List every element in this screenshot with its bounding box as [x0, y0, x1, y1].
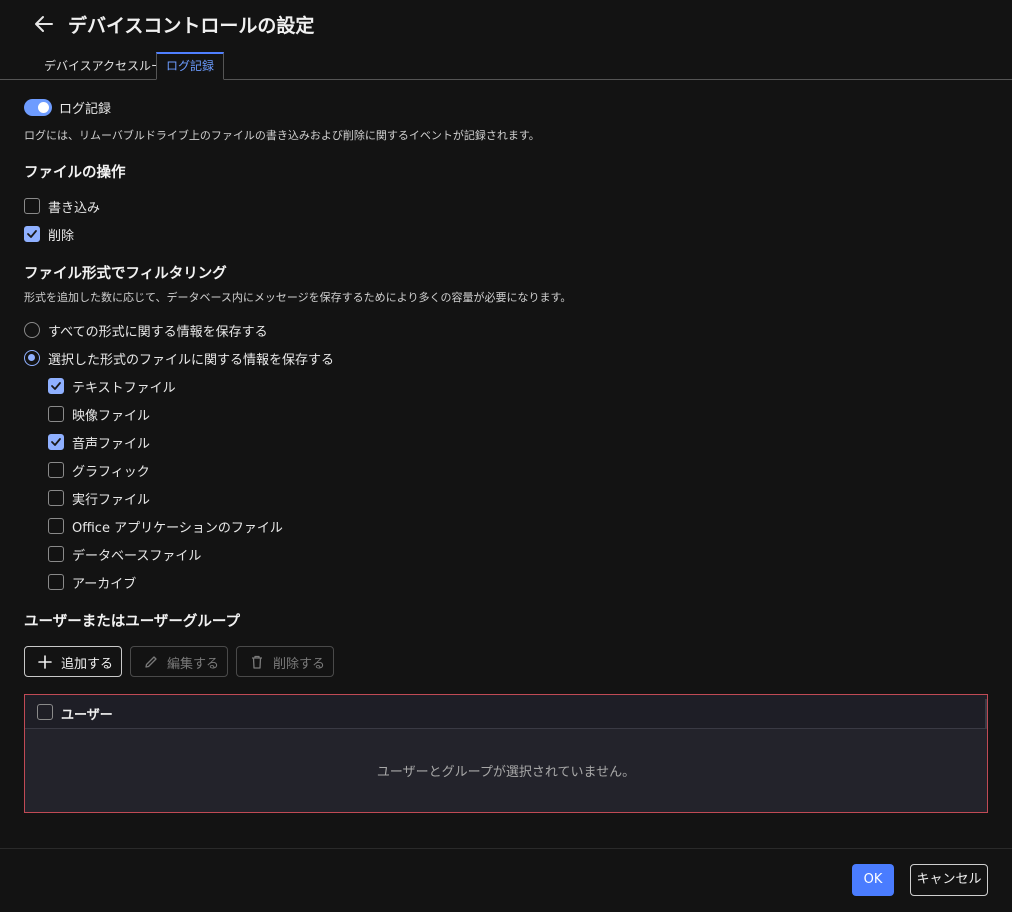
empty-table-message: ユーザーとグループが選択されていません。	[376, 765, 636, 780]
file-ops-title: ファイルの操作	[24, 165, 126, 181]
users-title: ユーザーまたはユーザーグループ	[24, 614, 241, 630]
pencil-icon	[145, 656, 157, 668]
filter-description: 形式を追加した数に応じて、データベース内にメッセージを保存するためにより多くの容…	[24, 291, 572, 304]
graphics-checkbox[interactable]	[48, 462, 64, 478]
write-checkbox[interactable]	[24, 198, 40, 214]
footer-divider	[0, 848, 1012, 849]
users-table: ユーザー ユーザーとグループが選択されていません。	[24, 694, 988, 813]
video-files-label: 映像ファイル	[72, 409, 151, 424]
database-files-label: データベースファイル	[72, 549, 202, 564]
checkmark-icon	[51, 382, 61, 390]
database-files-checkbox[interactable]	[48, 546, 64, 562]
audio-files-label: 音声ファイル	[72, 437, 151, 452]
delete-button-label: 削除する	[273, 657, 326, 672]
text-files-checkbox[interactable]	[48, 378, 64, 394]
archive-label: アーカイブ	[72, 577, 137, 592]
logging-description: ログには、リムーバブルドライブ上のファイルの書き込みおよび削除に関するイベントが…	[24, 129, 540, 142]
checkmark-icon	[51, 438, 61, 446]
page-title: デバイスコントロールの設定	[68, 15, 315, 37]
back-button[interactable]	[30, 10, 58, 38]
add-button-label: 追加する	[61, 657, 114, 672]
delete-checkbox[interactable]	[24, 226, 40, 242]
tab-bar: デバイスアクセスルール ログ記録	[0, 52, 1012, 80]
logging-toggle[interactable]	[24, 99, 52, 116]
office-files-label: Office アプリケーションのファイル	[72, 521, 283, 536]
radio-selected-formats-label: 選択した形式のファイルに関する情報を保存する	[48, 353, 335, 368]
delete-button[interactable]: 削除する	[236, 646, 334, 677]
select-all-checkbox[interactable]	[37, 704, 53, 720]
executable-files-label: 実行ファイル	[72, 493, 151, 508]
edit-button-label: 編集する	[167, 657, 220, 672]
plus-icon	[38, 655, 52, 669]
graphics-label: グラフィック	[72, 465, 150, 480]
radio-selected-formats[interactable]	[24, 350, 40, 366]
write-label: 書き込み	[48, 201, 101, 216]
users-column-header[interactable]: ユーザー	[61, 704, 113, 723]
ok-button[interactable]: OK	[852, 864, 894, 896]
add-button[interactable]: 追加する	[24, 646, 122, 677]
executable-files-checkbox[interactable]	[48, 490, 64, 506]
column-resize-handle[interactable]	[985, 699, 987, 729]
trash-icon	[252, 655, 262, 669]
cancel-button[interactable]: キャンセル	[910, 864, 988, 896]
radio-all-formats-label: すべての形式に関する情報を保存する	[48, 325, 268, 340]
office-files-checkbox[interactable]	[48, 518, 64, 534]
delete-label: 削除	[48, 229, 75, 244]
text-files-label: テキストファイル	[72, 381, 176, 396]
filter-title: ファイル形式でフィルタリング	[24, 266, 227, 282]
users-table-header: ユーザー	[25, 695, 987, 729]
audio-files-checkbox[interactable]	[48, 434, 64, 450]
radio-all-formats[interactable]	[24, 322, 40, 338]
tab-logging[interactable]: ログ記録	[156, 52, 224, 80]
edit-button[interactable]: 編集する	[130, 646, 228, 677]
logging-toggle-label: ログ記録	[59, 102, 112, 117]
radio-dot	[28, 354, 35, 361]
toggle-knob	[38, 102, 49, 113]
dialog-header: デバイスコントロールの設定	[0, 0, 1012, 52]
archive-checkbox[interactable]	[48, 574, 64, 590]
checkmark-icon	[27, 230, 37, 238]
arrow-left-icon	[35, 16, 53, 32]
video-files-checkbox[interactable]	[48, 406, 64, 422]
